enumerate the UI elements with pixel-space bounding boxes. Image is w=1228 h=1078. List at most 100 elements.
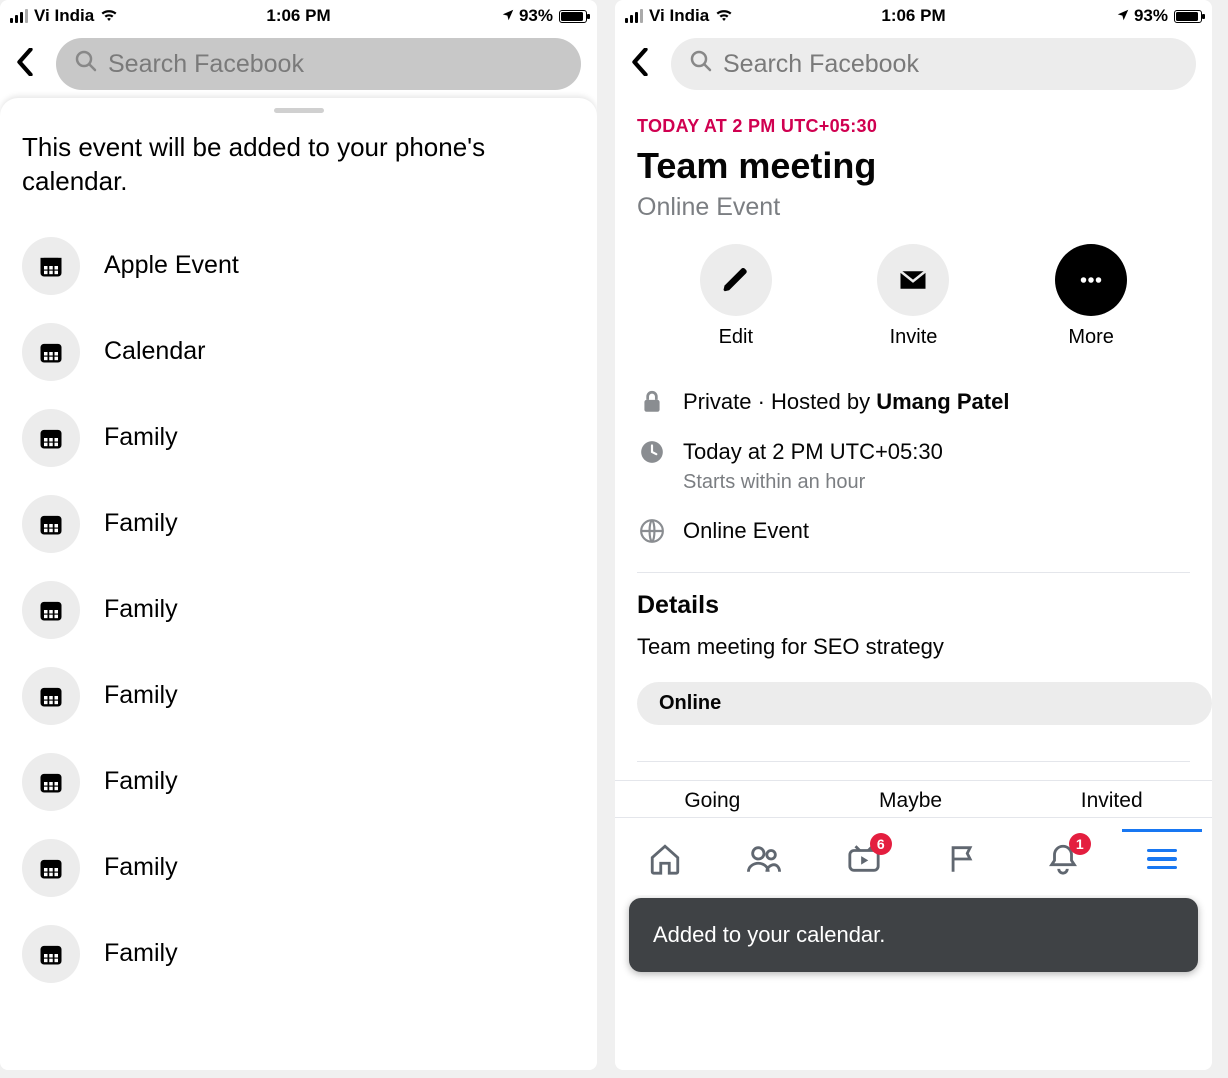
back-button[interactable] xyxy=(631,48,661,81)
calendar-item[interactable]: Family xyxy=(22,567,575,653)
globe-icon xyxy=(637,516,667,546)
event-subtitle: Online Event xyxy=(637,193,1190,222)
resp-maybe[interactable]: Maybe xyxy=(879,789,942,813)
location-icon xyxy=(1116,8,1130,25)
edit-label: Edit xyxy=(719,326,753,349)
watch-badge: 6 xyxy=(870,833,892,855)
calendar-item-label: Family xyxy=(104,595,178,624)
calendar-item-label: Calendar xyxy=(104,337,205,366)
search-placeholder: Search Facebook xyxy=(108,50,304,79)
lock-icon xyxy=(637,387,667,417)
divider xyxy=(637,572,1190,573)
time-text: Today at 2 PM UTC+05:30 Starts within an… xyxy=(683,437,943,496)
calendar-list: Apple Event Calendar Family Family Famil… xyxy=(22,223,575,997)
event-page: TODAY AT 2 PM UTC+05:30 Team meeting Onl… xyxy=(615,102,1212,1070)
toast-text: Added to your calendar. xyxy=(653,922,885,947)
invite-action[interactable]: Invite xyxy=(877,244,949,349)
calendar-item[interactable]: Family xyxy=(22,653,575,739)
battery-icon xyxy=(559,10,587,23)
responses-row: Going Maybe Invited xyxy=(615,780,1212,817)
calendar-icon xyxy=(22,839,80,897)
wifi-icon xyxy=(715,8,733,25)
calendar-item[interactable]: Family xyxy=(22,395,575,481)
time-sub: Starts within an hour xyxy=(683,469,943,496)
location-row: Online Event xyxy=(615,516,1212,546)
location-icon xyxy=(501,8,515,25)
calendar-item[interactable]: Family xyxy=(22,739,575,825)
resp-invited[interactable]: Invited xyxy=(1081,789,1143,813)
status-time: 1:06 PM xyxy=(202,6,394,26)
tab-home[interactable] xyxy=(645,839,685,879)
tab-bar: 6 1 xyxy=(615,817,1212,895)
calendar-icon xyxy=(22,925,80,983)
details-heading: Details xyxy=(615,591,1212,620)
calendar-item[interactable]: Family xyxy=(22,911,575,997)
calendar-item-label: Family xyxy=(104,767,178,796)
status-bar: Vi India 1:06 PM 93% xyxy=(615,0,1212,28)
battery-icon xyxy=(1174,10,1202,23)
host-name[interactable]: Umang Patel xyxy=(876,389,1009,414)
event-time-header: TODAY AT 2 PM UTC+05:30 xyxy=(637,116,1190,137)
details-body: Team meeting for SEO strategy xyxy=(615,634,1212,660)
calendar-item[interactable]: Apple Event xyxy=(22,223,575,309)
phone-right: Vi India 1:06 PM 93% Search Facebook TOD… xyxy=(615,0,1212,1070)
more-action[interactable]: More xyxy=(1055,244,1127,349)
edit-action[interactable]: Edit xyxy=(700,244,772,349)
calendar-item-label: Family xyxy=(104,939,178,968)
resp-going[interactable]: Going xyxy=(684,789,740,813)
calendar-item[interactable]: Family xyxy=(22,825,575,911)
signal-icon xyxy=(10,9,28,23)
more-label: More xyxy=(1068,326,1114,349)
online-chip[interactable]: Online xyxy=(637,682,1212,725)
event-title: Team meeting xyxy=(637,145,1190,187)
invite-label: Invite xyxy=(890,326,938,349)
calendar-item[interactable]: Family xyxy=(22,481,575,567)
status-bar: Vi India 1:06 PM 93% xyxy=(0,0,597,28)
search-placeholder: Search Facebook xyxy=(723,50,919,79)
tab-friends[interactable] xyxy=(744,839,784,879)
envelope-icon xyxy=(877,244,949,316)
pencil-icon xyxy=(700,244,772,316)
privacy-row: Private · Hosted by Umang Patel xyxy=(615,387,1212,417)
battery-pct: 93% xyxy=(1134,6,1168,26)
calendar-item-label: Apple Event xyxy=(104,251,239,280)
calendar-item-label: Family xyxy=(104,681,178,710)
back-button[interactable] xyxy=(16,48,46,81)
carrier-label: Vi India xyxy=(649,6,709,26)
divider xyxy=(637,761,1190,762)
bell-badge: 1 xyxy=(1069,833,1091,855)
search-input[interactable]: Search Facebook xyxy=(671,38,1196,90)
calendar-icon xyxy=(22,667,80,725)
search-icon xyxy=(74,49,98,79)
search-header: Search Facebook xyxy=(615,28,1212,102)
carrier-label: Vi India xyxy=(34,6,94,26)
toast: Added to your calendar. xyxy=(629,898,1198,972)
calendar-item-label: Family xyxy=(104,509,178,538)
calendar-picker-sheet: This event will be added to your phone's… xyxy=(0,98,597,1070)
calendar-item-label: Family xyxy=(104,853,178,882)
search-header: Search Facebook xyxy=(0,28,597,102)
sheet-title: This event will be added to your phone's… xyxy=(22,131,575,199)
more-icon xyxy=(1055,244,1127,316)
phone-left: Vi India 1:06 PM 93% Search Facebook Thi… xyxy=(0,0,597,1070)
tab-notifications[interactable]: 1 xyxy=(1043,839,1083,879)
calendar-icon xyxy=(22,323,80,381)
hamburger-icon xyxy=(1147,849,1177,870)
tab-pages[interactable] xyxy=(943,839,983,879)
search-input[interactable]: Search Facebook xyxy=(56,38,581,90)
time-row: Today at 2 PM UTC+05:30 Starts within an… xyxy=(615,437,1212,496)
calendar-icon xyxy=(22,753,80,811)
signal-icon xyxy=(625,9,643,23)
sheet-grabber[interactable] xyxy=(274,108,324,113)
calendar-icon xyxy=(22,409,80,467)
calendar-item-label: Family xyxy=(104,423,178,452)
calendar-icon xyxy=(22,495,80,553)
location-text: Online Event xyxy=(683,516,809,546)
privacy-text: Private · Hosted by Umang Patel xyxy=(683,387,1009,417)
calendar-icon xyxy=(22,581,80,639)
tab-watch[interactable]: 6 xyxy=(844,839,884,879)
search-icon xyxy=(689,49,713,79)
calendar-item[interactable]: Calendar xyxy=(22,309,575,395)
tab-menu[interactable] xyxy=(1142,839,1182,879)
action-row: Edit Invite More xyxy=(637,244,1190,349)
